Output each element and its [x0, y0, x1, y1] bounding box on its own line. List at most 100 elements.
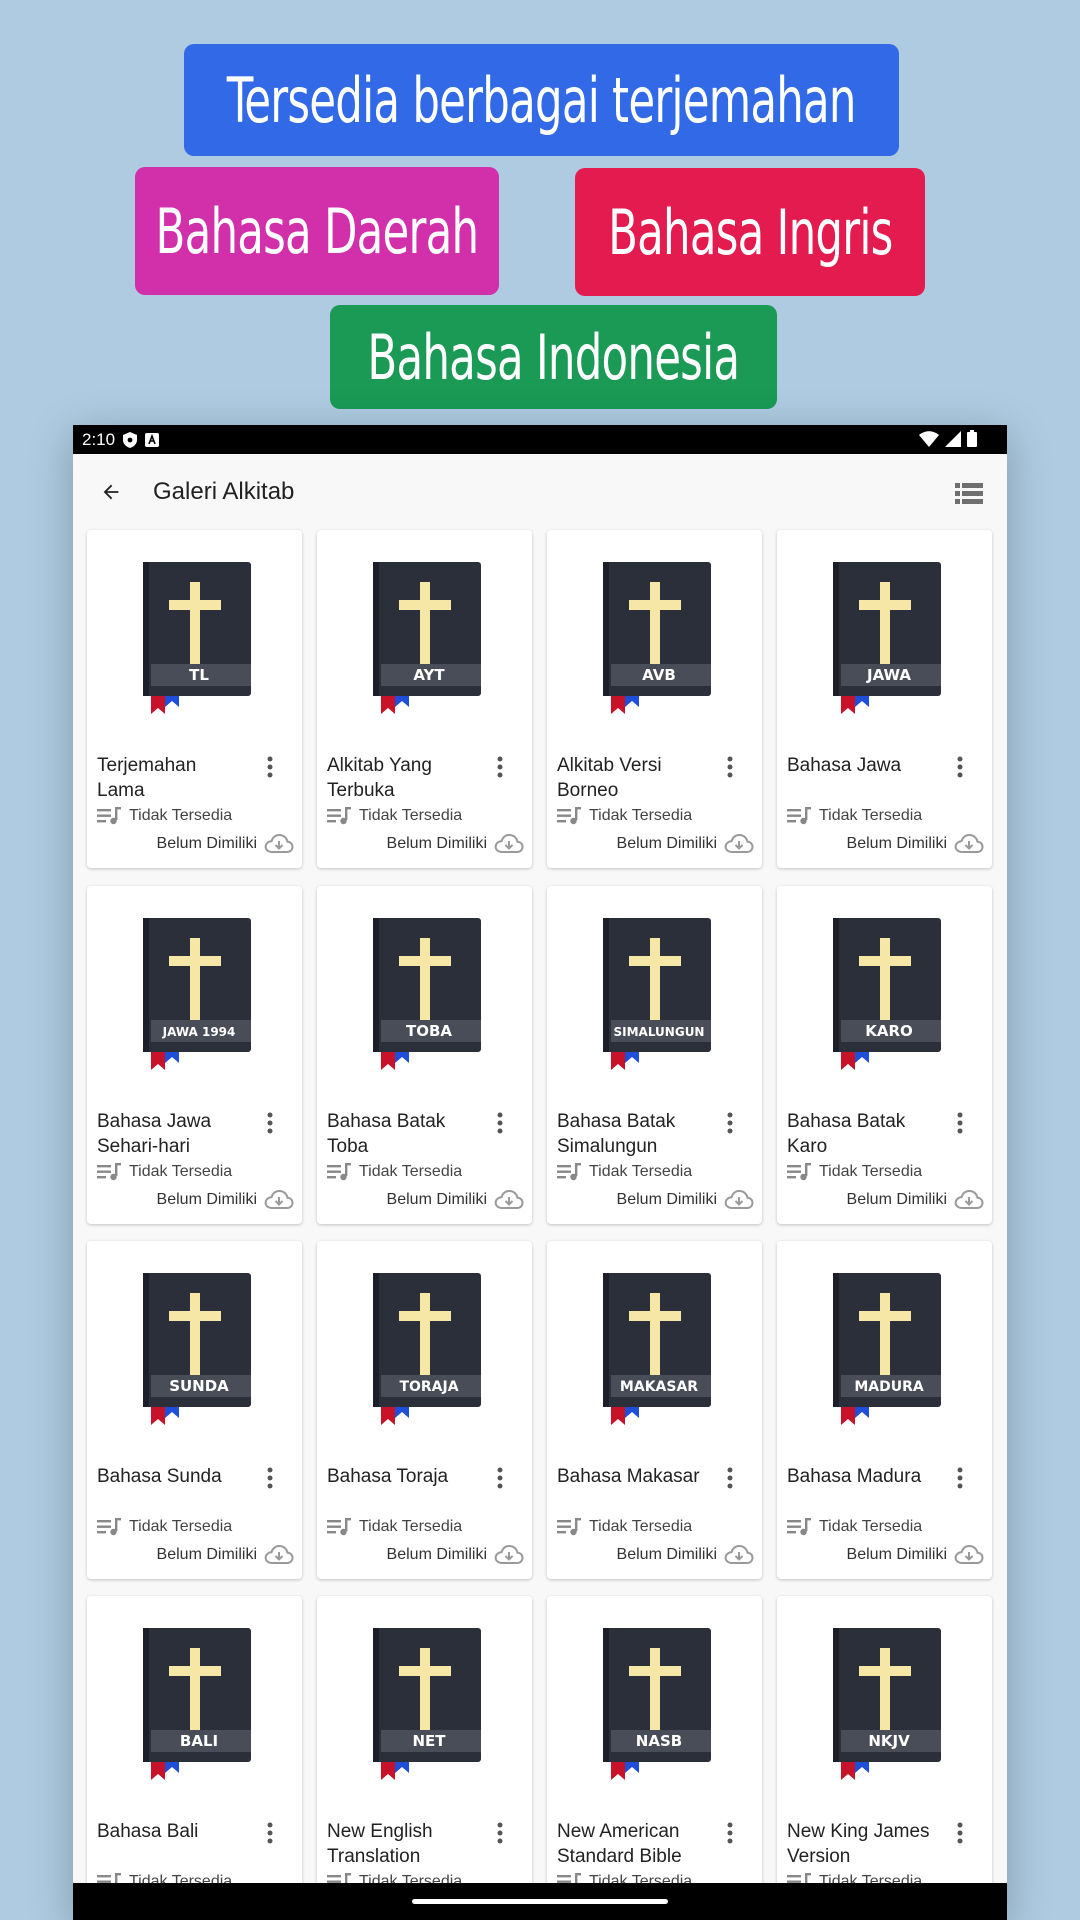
- translation-code: MADURA: [854, 1379, 924, 1395]
- bible-card[interactable]: AYT Alkitab Yang Terbuka Tidak Tersedia …: [317, 530, 532, 868]
- cloud-download-icon[interactable]: [724, 1189, 754, 1211]
- translation-name: New King James Version: [787, 1821, 930, 1867]
- cloud-download-icon[interactable]: [494, 1189, 524, 1211]
- arrow-left-icon: [103, 484, 119, 500]
- playlist-music-icon: [787, 807, 811, 825]
- translation-code: KARO: [865, 1022, 913, 1040]
- bible-card[interactable]: JAWA Bahasa Jawa Tidak Tersedia Belum Di…: [777, 530, 992, 868]
- app-bar: Galeri Alkitab: [73, 454, 1007, 530]
- ownership-text: Belum Dimiliki: [386, 835, 487, 852]
- cloud-download-icon[interactable]: [954, 1544, 984, 1566]
- promo-bahasa-daerah-badge: Bahasa Daerah: [135, 167, 499, 295]
- translation-name: Bahasa Madura: [787, 1466, 922, 1487]
- more-options-button[interactable]: [258, 1818, 282, 1848]
- translation-code: TL: [189, 666, 209, 684]
- more-options-button[interactable]: [258, 1108, 282, 1138]
- ownership-status: Belum Dimiliki: [617, 1544, 754, 1566]
- bible-card[interactable]: MADURA Bahasa Madura Tidak Tersedia Belu…: [777, 1241, 992, 1579]
- cloud-download-icon[interactable]: [494, 833, 524, 855]
- ownership-status: Belum Dimiliki: [847, 1544, 984, 1566]
- bible-card[interactable]: NASB New American Standard Bible Tidak T…: [547, 1596, 762, 1920]
- bible-book-icon: JAWA 1994: [143, 918, 251, 1070]
- back-button[interactable]: [91, 472, 131, 512]
- playlist-music-icon: [327, 807, 351, 825]
- bible-card[interactable]: MAKASAR Bahasa Makasar Tidak Tersedia Be…: [547, 1241, 762, 1579]
- translation-code: AYT: [413, 666, 445, 684]
- ownership-status: Belum Dimiliki: [157, 1544, 294, 1566]
- bible-book-icon: SIMALUNGUN: [603, 918, 711, 1070]
- availability-text: Tidak Tersedia: [819, 807, 923, 824]
- ownership-status: Belum Dimiliki: [157, 1189, 294, 1211]
- more-options-button[interactable]: [948, 1463, 972, 1493]
- translation-code: SUNDA: [169, 1377, 229, 1395]
- status-time: 2:10: [82, 429, 116, 449]
- bible-card[interactable]: TORAJA Bahasa Toraja Tidak Tersedia Belu…: [317, 1241, 532, 1579]
- promo-bahasa-indonesia-badge: Bahasa Indonesia: [330, 305, 777, 409]
- cloud-download-icon[interactable]: [264, 1189, 294, 1211]
- playlist-music-icon: [97, 1163, 121, 1181]
- cloud-download-icon[interactable]: [724, 833, 754, 855]
- list-view-button[interactable]: [949, 474, 989, 514]
- translation-code: JAWA 1994: [162, 1025, 236, 1039]
- bible-card[interactable]: AVB Alkitab Versi Borneo Tidak Tersedia …: [547, 530, 762, 868]
- audio-availability: Tidak Tersedia: [97, 807, 232, 825]
- ownership-text: Belum Dimiliki: [386, 1546, 487, 1563]
- bible-book-icon: JAWA: [833, 562, 941, 714]
- translation-name: Terjemahan Lama: [97, 755, 197, 801]
- bible-book-icon: KARO: [833, 918, 941, 1070]
- cloud-download-icon[interactable]: [494, 1544, 524, 1566]
- wifi-icon: [919, 430, 939, 452]
- bible-card[interactable]: NET New English Translation Tidak Tersed…: [317, 1596, 532, 1920]
- more-options-button[interactable]: [488, 1108, 512, 1138]
- cloud-download-icon[interactable]: [954, 1189, 984, 1211]
- cloud-download-icon[interactable]: [954, 833, 984, 855]
- ownership-text: Belum Dimiliki: [616, 1191, 717, 1208]
- bible-card[interactable]: TOBA Bahasa Batak Toba Tidak Tersedia Be…: [317, 886, 532, 1224]
- translation-code: BALI: [180, 1732, 218, 1750]
- app-notification-icon: [145, 432, 160, 447]
- more-options-button[interactable]: [948, 1108, 972, 1138]
- translation-code: NET: [412, 1732, 446, 1750]
- cloud-download-icon[interactable]: [724, 1544, 754, 1566]
- cloud-download-icon[interactable]: [264, 833, 294, 855]
- bible-book-icon: NASB: [603, 1628, 711, 1780]
- bible-card[interactable]: SIMALUNGUN Bahasa Batak Simalungun Tidak…: [547, 886, 762, 1224]
- translation-code: NKJV: [868, 1732, 910, 1750]
- audio-availability: Tidak Tersedia: [787, 1163, 922, 1181]
- cloud-download-icon[interactable]: [264, 1544, 294, 1566]
- more-options-button[interactable]: [258, 752, 282, 782]
- more-options-button[interactable]: [718, 1818, 742, 1848]
- more-options-button[interactable]: [488, 752, 512, 782]
- more-vert-icon: [957, 1467, 963, 1489]
- translation-name: Bahasa Batak Toba: [327, 1111, 446, 1157]
- more-options-button[interactable]: [718, 1108, 742, 1138]
- more-options-button[interactable]: [488, 1818, 512, 1848]
- bible-card[interactable]: BALI Bahasa Bali Tidak Tersedia: [87, 1596, 302, 1920]
- audio-availability: Tidak Tersedia: [327, 807, 462, 825]
- bible-book-icon: NET: [373, 1628, 481, 1780]
- bible-card[interactable]: JAWA 1994 Bahasa Jawa Sehari-hari Tidak …: [87, 886, 302, 1224]
- signal-icon: [945, 430, 961, 452]
- more-options-button[interactable]: [948, 1818, 972, 1848]
- more-options-button[interactable]: [258, 1463, 282, 1493]
- bible-card[interactable]: TL Terjemahan Lama Tidak Tersedia Belum …: [87, 530, 302, 868]
- translation-code: SIMALUNGUN: [614, 1025, 705, 1039]
- more-options-button[interactable]: [718, 752, 742, 782]
- bible-card[interactable]: KARO Bahasa Batak Karo Tidak Tersedia Be…: [777, 886, 992, 1224]
- translation-code: JAWA: [866, 666, 911, 684]
- more-options-button[interactable]: [718, 1463, 742, 1493]
- ownership-status: Belum Dimiliki: [617, 833, 754, 855]
- bible-card[interactable]: NKJV New King James Version Tidak Tersed…: [777, 1596, 992, 1920]
- more-options-button[interactable]: [948, 752, 972, 782]
- translation-name: New American Standard Bible: [557, 1821, 682, 1867]
- playlist-music-icon: [787, 1518, 811, 1536]
- ownership-text: Belum Dimiliki: [616, 835, 717, 852]
- availability-text: Tidak Tersedia: [589, 1163, 693, 1180]
- ownership-status: Belum Dimiliki: [387, 833, 524, 855]
- more-vert-icon: [497, 1467, 503, 1489]
- audio-availability: Tidak Tersedia: [787, 807, 922, 825]
- bible-card[interactable]: SUNDA Bahasa Sunda Tidak Tersedia Belum …: [87, 1241, 302, 1579]
- translation-code: AVB: [642, 666, 676, 684]
- home-gesture-handle[interactable]: [412, 1899, 668, 1904]
- more-options-button[interactable]: [488, 1463, 512, 1493]
